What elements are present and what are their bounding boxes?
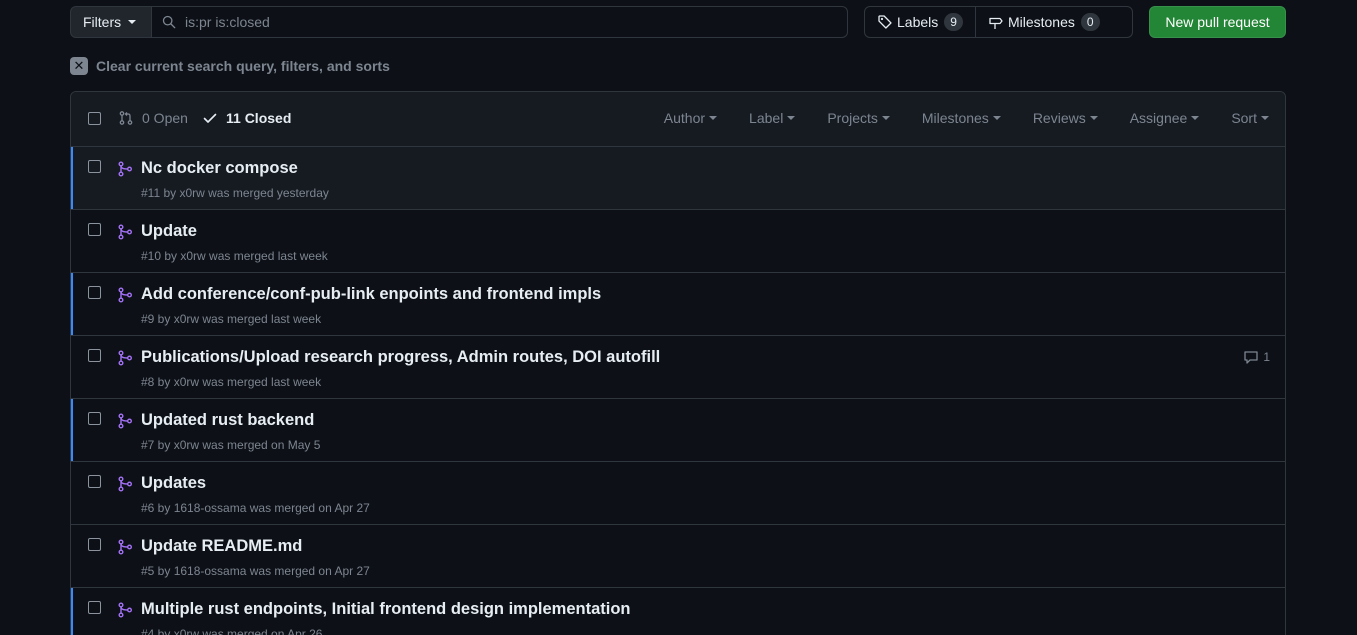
- closed-filter-link[interactable]: 11 Closed: [202, 110, 291, 126]
- assignee-filter-dropdown[interactable]: Assignee: [1130, 110, 1200, 126]
- pr-title-link[interactable]: Multiple rust endpoints, Initial fronten…: [141, 600, 631, 619]
- table-row[interactable]: Update README.md #5 by 1618-ossama was me…: [71, 525, 1285, 588]
- row-checkbox[interactable]: [88, 475, 101, 488]
- check-icon: [203, 113, 217, 123]
- pr-title-link[interactable]: Update: [141, 222, 197, 241]
- pr-meta: #6 by 1618-ossama was merged on Apr 27: [141, 501, 370, 515]
- table-row[interactable]: Nc docker compose #11 by x0rw was merged …: [71, 147, 1285, 210]
- clear-filters-link[interactable]: ✕ Clear current search query, filters, a…: [70, 57, 390, 75]
- list-header: 0 Open 11 Closed Author Label Projects M…: [71, 92, 1285, 147]
- pull-request-list: 0 Open 11 Closed Author Label Projects M…: [70, 91, 1286, 635]
- labels-milestones-group: Labels 9 Milestones 0: [864, 6, 1133, 38]
- search-input[interactable]: is:pr is:closed: [152, 6, 848, 38]
- caret-down-icon: [881, 116, 890, 120]
- caret-down-icon: [128, 20, 137, 24]
- reviews-filter-dropdown[interactable]: Reviews: [1033, 110, 1098, 126]
- label-filter-label: Label: [749, 110, 784, 126]
- pr-title-link[interactable]: Add conference/conf-pub-link enpoints an…: [141, 285, 601, 304]
- milestones-label: Milestones: [1007, 14, 1075, 30]
- merged-pr-icon: [117, 287, 133, 303]
- pr-title-link[interactable]: Updated rust backend: [141, 411, 314, 430]
- pr-meta: #10 by x0rw was merged last week: [141, 249, 328, 263]
- header-filters: Author Label Projects Milestones Reviews…: [632, 110, 1269, 126]
- author-filter-label: Author: [663, 110, 706, 126]
- author-filter-dropdown[interactable]: Author: [663, 110, 718, 126]
- merged-pr-icon: [117, 161, 133, 177]
- merged-pr-icon: [117, 539, 133, 555]
- row-checkbox[interactable]: [88, 349, 101, 362]
- milestones-filter-dropdown[interactable]: Milestones: [922, 110, 1001, 126]
- pr-meta: #5 by 1618-ossama was merged on Apr 27: [141, 564, 370, 578]
- table-row[interactable]: Updates #6 by 1618-ossama was merged on A…: [71, 462, 1285, 525]
- pull-request-icon: [119, 111, 133, 125]
- pr-title-link[interactable]: Update README.md: [141, 537, 302, 556]
- pr-title-link[interactable]: Publications/Upload research progress, A…: [141, 348, 660, 367]
- new-pull-request-button[interactable]: New pull request: [1149, 6, 1286, 38]
- milestones-count: 0: [1080, 13, 1100, 31]
- caret-down-icon: [709, 116, 718, 120]
- row-checkbox[interactable]: [88, 538, 101, 551]
- row-checkbox[interactable]: [88, 160, 101, 173]
- search-icon: [162, 15, 176, 29]
- caret-down-icon: [787, 116, 796, 120]
- open-filter-link[interactable]: 0 Open: [118, 110, 188, 126]
- merged-pr-icon: [117, 476, 133, 492]
- assignee-filter-label: Assignee: [1129, 110, 1188, 126]
- projects-filter-dropdown[interactable]: Projects: [827, 110, 890, 126]
- merged-pr-icon: [117, 413, 133, 429]
- sort-dropdown[interactable]: Sort: [1231, 110, 1269, 126]
- row-checkbox[interactable]: [88, 223, 101, 236]
- table-row[interactable]: Update #10 by x0rw was merged last week: [71, 210, 1285, 273]
- merged-pr-icon: [117, 350, 133, 366]
- merged-pr-icon: [117, 602, 133, 618]
- comment-count: 1: [1263, 350, 1270, 364]
- table-row[interactable]: Add conference/conf-pub-link enpoints an…: [71, 273, 1285, 336]
- labels-label: Labels: [897, 14, 939, 30]
- row-checkbox[interactable]: [88, 601, 101, 614]
- table-row[interactable]: Publications/Upload research progress, A…: [71, 336, 1285, 399]
- toolbar: Filters is:pr is:closed Labels 9 Milesto…: [70, 6, 1286, 38]
- labels-count: 9: [944, 13, 963, 31]
- close-icon: ✕: [70, 57, 88, 75]
- pr-meta: #7 by x0rw was merged on May 5: [141, 438, 321, 452]
- pr-meta: #4 by x0rw was merged on Apr 26: [141, 627, 323, 635]
- milestones-button[interactable]: Milestones 0: [974, 7, 1112, 37]
- merged-pr-icon: [117, 224, 133, 240]
- pr-meta: #8 by x0rw was merged last week: [141, 375, 322, 389]
- table-row[interactable]: Multiple rust endpoints, Initial fronten…: [71, 588, 1285, 635]
- row-checkbox[interactable]: [88, 286, 101, 299]
- reviews-filter-label: Reviews: [1032, 110, 1086, 126]
- open-count-label: 0 Open: [142, 110, 188, 126]
- pr-meta: #11 by x0rw was merged yesterday: [141, 186, 329, 200]
- label-filter-dropdown[interactable]: Label: [749, 110, 796, 126]
- filters-label: Filters: [83, 14, 122, 30]
- tag-icon: [878, 15, 892, 29]
- milestones-filter-label: Milestones: [921, 110, 989, 126]
- caret-down-icon: [1191, 116, 1200, 120]
- search-value: is:pr is:closed: [185, 14, 270, 30]
- caret-down-icon: [1089, 116, 1098, 120]
- labels-button[interactable]: Labels 9: [865, 7, 975, 37]
- row-checkbox[interactable]: [88, 412, 101, 425]
- caret-down-icon: [1261, 116, 1269, 120]
- closed-count-label: 11 Closed: [226, 110, 292, 126]
- pr-title-link[interactable]: Nc docker compose: [141, 159, 298, 178]
- caret-down-icon: [992, 116, 1001, 120]
- comment-icon: [1243, 349, 1263, 365]
- pr-title-link[interactable]: Updates: [141, 474, 206, 493]
- sort-label: Sort: [1231, 110, 1257, 126]
- milestone-icon: [989, 17, 1003, 29]
- clear-filters-label: Clear current search query, filters, and…: [96, 58, 390, 74]
- pull-request-rows: Nc docker compose #11 by x0rw was merged …: [71, 147, 1285, 635]
- filters-button[interactable]: Filters: [70, 6, 152, 38]
- comments-link[interactable]: 1: [1243, 349, 1270, 365]
- projects-filter-label: Projects: [827, 110, 878, 126]
- table-row[interactable]: Updated rust backend #7 by x0rw was merge…: [71, 399, 1285, 462]
- select-all-checkbox[interactable]: [88, 112, 101, 125]
- pr-meta: #9 by x0rw was merged last week: [141, 312, 322, 326]
